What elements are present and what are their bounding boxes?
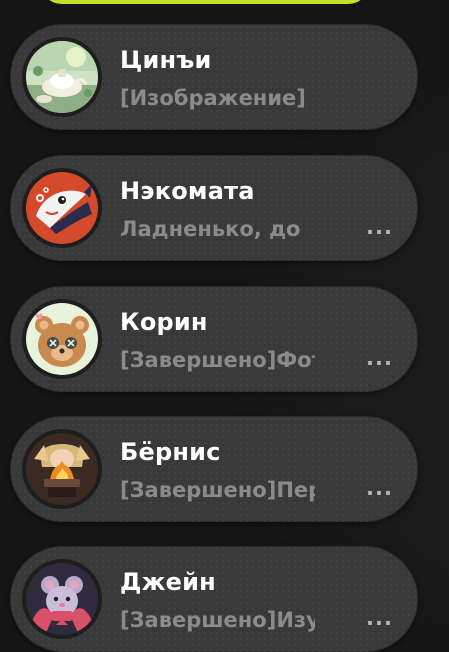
chat-item-jane[interactable]: Джейн [Завершено]Изуч ... <box>10 546 418 652</box>
chat-preview: [Изображение] <box>120 86 306 110</box>
chat-name: Нэкомата <box>120 177 255 205</box>
character-qingyi-avatar-icon <box>22 37 102 117</box>
character-corin-avatar-icon <box>22 299 102 379</box>
chat-name: Цинъи <box>120 46 212 74</box>
preview-truncation: ... <box>366 346 393 370</box>
chat-preview: Ладненько, до <box>120 217 301 241</box>
chat-item-nekomata[interactable]: Нэкомата Ладненько, до ... <box>10 155 418 261</box>
chat-preview: [Завершено]Пере <box>120 478 315 502</box>
character-burnice-avatar-icon <box>22 429 102 509</box>
chat-name: Корин <box>120 308 208 336</box>
preview-truncation: ... <box>366 476 393 500</box>
preview-truncation: ... <box>366 606 393 630</box>
chat-item-qingyi[interactable]: Цинъи [Изображение] <box>10 24 418 130</box>
chat-item-burnice[interactable]: Бёрнис [Завершено]Пере ... <box>10 416 418 522</box>
active-tab-indicator[interactable] <box>40 0 370 4</box>
character-nekomata-avatar-icon <box>22 168 102 248</box>
chat-preview: [Завершено]Фото <box>120 348 315 372</box>
chat-preview: [Завершено]Изуч <box>120 608 315 632</box>
preview-truncation: ... <box>366 215 393 239</box>
character-jane-avatar-icon <box>22 559 102 639</box>
chat-name: Джейн <box>120 568 216 596</box>
chat-name: Бёрнис <box>120 438 221 466</box>
chat-item-corin[interactable]: Корин [Завершено]Фото ... <box>10 286 418 392</box>
